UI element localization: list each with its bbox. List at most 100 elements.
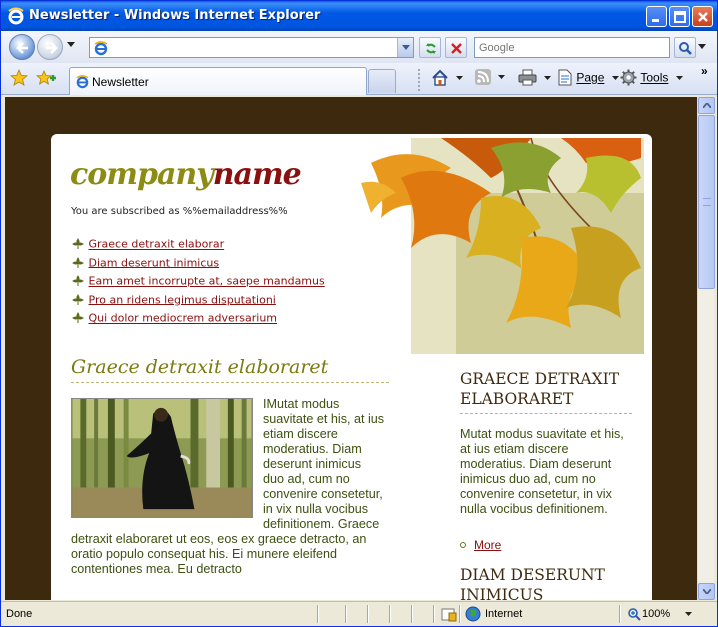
forward-button[interactable] (37, 34, 63, 60)
navigation-bar (1, 31, 717, 63)
status-divider (433, 605, 435, 623)
back-button[interactable] (9, 34, 35, 60)
circle-bullet-icon (460, 541, 466, 548)
close-button[interactable] (692, 6, 713, 27)
ie-page-icon (94, 41, 108, 56)
status-text: Done (6, 608, 33, 620)
status-divider (411, 605, 413, 623)
minimize-icon (652, 19, 659, 22)
main-article-heading: Graece detraxit elaboraret (71, 356, 389, 383)
stop-button[interactable] (445, 37, 467, 58)
article-link[interactable]: Qui dolor mediocrem adversarium (89, 312, 278, 325)
status-divider (367, 605, 369, 623)
globe-icon[interactable] (465, 606, 481, 622)
tab-label: Newsletter (92, 75, 149, 89)
scrollbar-thumb[interactable] (698, 115, 715, 289)
address-input[interactable] (112, 39, 392, 56)
subscription-notice: You are subscribed as %%emailaddress%% (71, 206, 288, 217)
new-tab-button[interactable] (368, 69, 396, 93)
recent-pages-dropdown-icon[interactable] (67, 42, 76, 48)
photo-float-spacer (71, 397, 263, 521)
forward-arrow-icon (46, 42, 58, 54)
page-icon (558, 69, 572, 86)
scrollbar-grip (703, 198, 711, 206)
status-divider (389, 605, 391, 623)
status-bar: Done Internet 100% (1, 601, 717, 626)
search-box[interactable] (474, 37, 670, 58)
home-icon (432, 69, 448, 86)
vertical-scrollbar[interactable] (697, 97, 715, 600)
feeds-button[interactable] (475, 69, 506, 89)
toolbar-separator (418, 69, 420, 91)
more-link[interactable]: More (474, 538, 501, 552)
chevron-down-icon (544, 75, 552, 80)
page-menu-button[interactable]: Page (557, 69, 619, 89)
close-icon (698, 12, 708, 22)
fleur-bullet-icon (72, 238, 84, 249)
main-article-body: IMutat modus suavitate et his, at ius et… (71, 397, 385, 577)
zoom-dropdown-icon[interactable] (685, 612, 692, 616)
maximize-button[interactable] (669, 6, 690, 27)
page-menu-label: Page (576, 70, 605, 85)
search-button[interactable] (674, 37, 696, 58)
window-title: Newsletter - Windows Internet Explorer (29, 8, 321, 23)
sidebar-heading-1: GRAECE DETRAXIT ELABORARET (460, 369, 632, 414)
article-link-list: Graece detraxit elaborar Diam deserunt i… (71, 237, 325, 330)
chevron-down-icon (611, 75, 619, 80)
company-logo: companyname (70, 157, 302, 192)
add-favorite-icon[interactable] (36, 69, 56, 87)
back-arrow-icon (16, 42, 28, 54)
zoom-icon[interactable] (627, 607, 641, 621)
logo-part-name: name (212, 157, 302, 192)
article-link[interactable]: Eam amet incorrupte at, saepe mandamus (89, 275, 325, 288)
printer-icon (518, 69, 537, 86)
chevron-down-icon (675, 75, 683, 80)
article-link[interactable]: Pro an ridens legimus disputationi (89, 293, 276, 306)
command-bar: Newsletter Page Tools » (1, 63, 717, 95)
address-bar[interactable] (89, 37, 414, 58)
chevron-down-icon (498, 75, 506, 79)
title-bar[interactable]: Newsletter - Windows Internet Explorer (1, 1, 717, 31)
status-divider (317, 605, 319, 623)
sidebar-more-link: More (460, 537, 501, 552)
tab-newsletter[interactable]: Newsletter (69, 67, 367, 95)
zoom-level[interactable]: 100% (642, 608, 670, 620)
tools-menu-label: Tools (640, 70, 669, 85)
search-input[interactable] (479, 39, 665, 56)
browser-window: Newsletter - Windows Internet Explorer G… (0, 0, 718, 627)
ie-page-icon (76, 75, 89, 89)
list-item: Diam deserunt inimicus (71, 256, 325, 275)
article-link[interactable]: Diam deserunt inimicus (89, 256, 220, 269)
rss-icon (475, 69, 491, 85)
page-viewport[interactable]: companyname You are subscribed as %%emai… (5, 97, 697, 600)
refresh-button[interactable] (419, 37, 441, 58)
scroll-down-button[interactable] (698, 583, 715, 600)
list-item: Graece detraxit elaborar (71, 237, 325, 256)
print-button[interactable] (518, 69, 552, 89)
status-divider (619, 605, 621, 623)
fleur-bullet-icon (72, 275, 84, 286)
minimize-button[interactable] (646, 6, 667, 27)
autumn-leaves-image (361, 138, 644, 354)
list-item: Pro an ridens legimus disputationi (71, 293, 325, 312)
fleur-bullet-icon (72, 293, 84, 305)
sidebar-heading-2: DIAM DESERUNT INIMICUS (460, 566, 605, 600)
chevron-down-icon (402, 45, 410, 50)
fleur-bullet-icon (72, 256, 84, 268)
refresh-icon (426, 43, 436, 54)
logo-part-company: company (70, 157, 214, 192)
star-icon[interactable] (10, 69, 28, 87)
search-options-dropdown-icon[interactable] (698, 44, 706, 49)
sidebar-body: Mutat modus suavitate et his, at ius eti… (460, 427, 624, 516)
more-commands-button[interactable]: » (701, 64, 708, 78)
home-button[interactable] (431, 69, 464, 89)
list-item: Eam amet incorrupte at, saepe mandamus (71, 274, 325, 293)
article-link[interactable]: Graece detraxit elaborar (89, 238, 225, 251)
tools-menu-button[interactable]: Tools (620, 69, 683, 89)
protected-mode-icon[interactable] (441, 606, 457, 622)
fleur-bullet-icon (72, 312, 84, 323)
address-dropdown-button[interactable] (397, 38, 413, 57)
newsletter-card: companyname You are subscribed as %%emai… (51, 134, 652, 600)
chevron-up-icon (703, 103, 711, 108)
scroll-up-button[interactable] (698, 97, 715, 114)
